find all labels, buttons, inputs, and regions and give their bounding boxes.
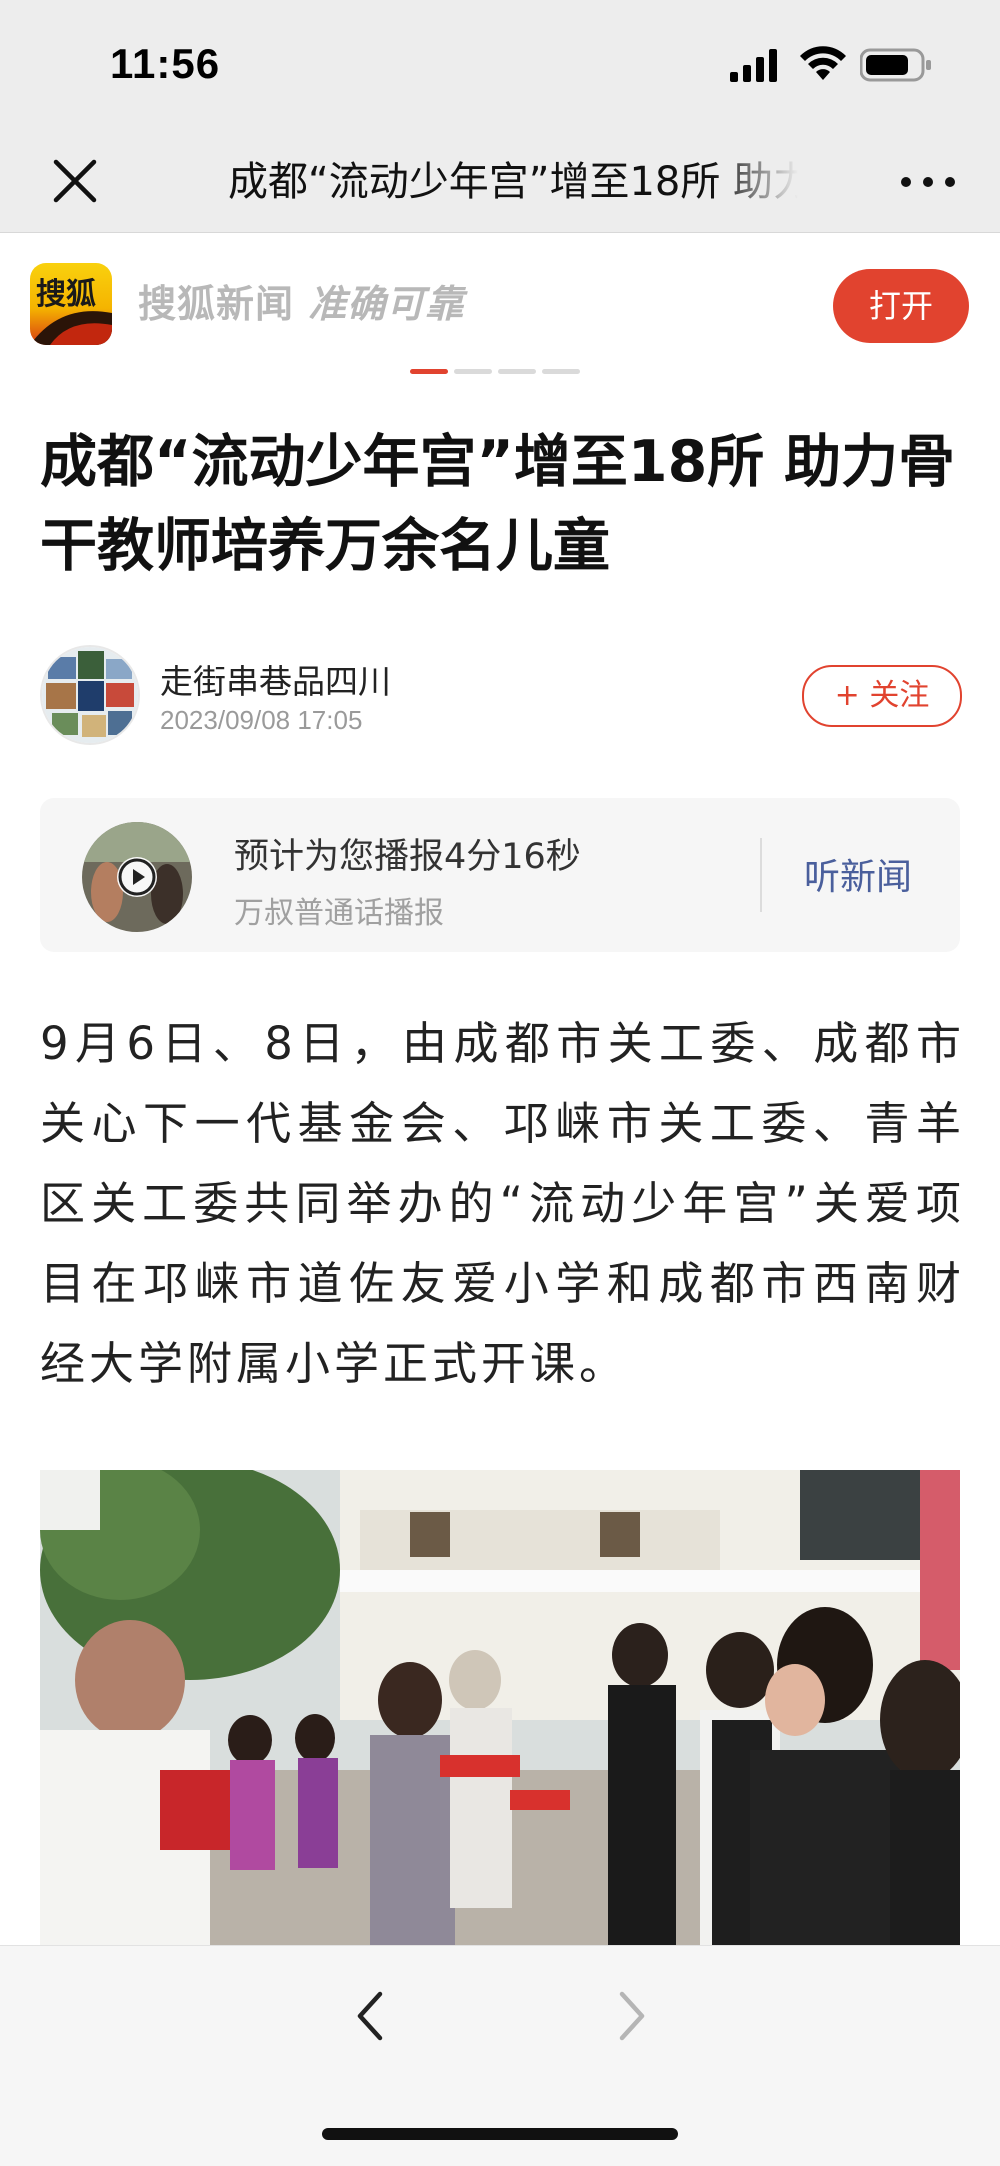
page-title: 成都“流动少年宫”增至18所 助力骨干教师培养万余名儿童 [228, 159, 798, 205]
listen-news-button[interactable]: 听新闻 [804, 848, 912, 900]
play-icon[interactable] [117, 857, 157, 897]
carousel-dot [498, 369, 536, 374]
nav-bar: 成都“流动少年宫”增至18所 助力骨干教师培养万余名儿童 [0, 132, 1000, 233]
photo-scene [40, 1470, 960, 1945]
article-headline: 成都“流动少年宫”增至18所 助力骨干教师培养万余名儿童 [40, 429, 956, 579]
carousel-dot [410, 369, 448, 374]
status-time: 11:56 [110, 40, 221, 87]
author-avatar[interactable] [40, 645, 140, 745]
avatar-collage-image [42, 647, 138, 743]
cellular-signal-icon [730, 49, 777, 82]
app-promo-banner[interactable]: 搜狐 搜狐新闻 准确可靠 打开 [0, 233, 1000, 374]
battery-icon [860, 48, 931, 82]
status-bar: 11:56 [0, 0, 1000, 132]
close-icon[interactable] [48, 154, 102, 208]
carousel-indicator [410, 359, 586, 374]
banner-slogan: 搜狐新闻 准确可靠 [138, 273, 464, 328]
carousel-dot [454, 369, 492, 374]
audio-news-card: 预计为您播报4分16秒 万叔普通话播报 听新闻 [40, 798, 960, 952]
audio-voice-text: 万叔普通话播报 [234, 896, 444, 931]
publish-date: 2023/09/08 17:05 [160, 705, 363, 735]
fox-tail-graphic [30, 311, 112, 345]
audio-play-thumbnail[interactable] [82, 822, 192, 932]
open-app-button[interactable]: 打开 [833, 269, 969, 343]
audio-duration-text: 预计为您播报4分16秒 [234, 837, 581, 877]
sohu-logo: 搜狐 [30, 263, 112, 345]
home-indicator[interactable] [322, 2128, 678, 2140]
follow-button[interactable]: + 关注 [802, 665, 962, 727]
article-paragraph: 9月6日、8日，由成都市关工委、成都市关心下一代基金会、邛崃市关工委、青羊区关工… [40, 1017, 965, 1390]
back-icon[interactable] [350, 1986, 390, 2046]
carousel-dot [542, 369, 580, 374]
divider [760, 838, 762, 912]
app-name: 搜狐新闻 [138, 282, 295, 326]
wifi-icon [800, 46, 846, 80]
more-icon[interactable] [898, 162, 958, 202]
forward-icon[interactable] [612, 1986, 652, 2046]
author-name[interactable]: 走街串巷品四川 [160, 655, 391, 703]
article-photo[interactable] [40, 1470, 960, 1945]
slogan-text: 准确可靠 [308, 281, 465, 326]
